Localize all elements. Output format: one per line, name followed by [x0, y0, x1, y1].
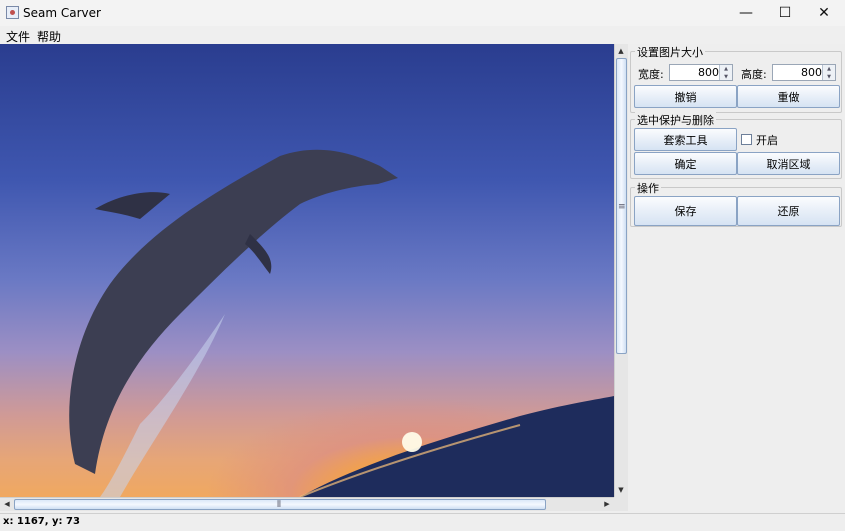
- spin-down-icon[interactable]: ▼: [823, 73, 835, 80]
- menu-help[interactable]: 帮助: [37, 28, 61, 45]
- width-label: 宽度:: [638, 68, 664, 81]
- scroll-right-arrow[interactable]: ▶: [601, 498, 613, 510]
- grip-icon: ⦀: [277, 500, 281, 510]
- vertical-scroll-thumb[interactable]: ≡: [616, 58, 627, 354]
- scroll-up-arrow[interactable]: ▲: [615, 45, 627, 57]
- height-spin-buttons: ▲ ▼: [822, 65, 835, 80]
- confirm-button[interactable]: 确定: [634, 152, 737, 175]
- operations-group-title: 操作: [635, 180, 661, 196]
- width-value[interactable]: 800: [698, 66, 719, 79]
- restore-button[interactable]: 还原: [737, 196, 840, 226]
- dolphin-image: [69, 149, 614, 497]
- width-spin-buttons: ▲ ▼: [719, 65, 732, 80]
- cancel-region-button[interactable]: 取消区域: [737, 152, 840, 175]
- spin-up-icon[interactable]: ▲: [720, 65, 732, 72]
- dolphin-flipper: [245, 234, 272, 274]
- window-title: Seam Carver: [23, 6, 101, 20]
- title-bar: Seam Carver — ☐ ✕: [0, 0, 845, 26]
- enable-checkbox[interactable]: [741, 134, 752, 145]
- height-spinner[interactable]: 800 ▲ ▼: [772, 64, 836, 81]
- menu-bar: 文件 帮助: [0, 26, 845, 45]
- app-icon: [6, 6, 19, 19]
- protect-group: 选中保护与删除 套索工具 开启 确定 取消区域: [630, 112, 842, 179]
- cursor-coordinates: x: 1167, y: 73: [3, 516, 80, 527]
- width-spinner[interactable]: 800 ▲ ▼: [669, 64, 733, 81]
- maximize-button[interactable]: ☐: [765, 0, 805, 26]
- ocean-wave: [300, 396, 614, 497]
- resize-group-title: 设置图片大小: [635, 44, 705, 60]
- height-label: 高度:: [741, 68, 767, 81]
- horizontal-scrollbar[interactable]: ◀ ⦀ ▶: [0, 497, 614, 511]
- redo-button[interactable]: 重做: [737, 85, 840, 108]
- horizontal-scroll-thumb[interactable]: ⦀: [14, 499, 546, 510]
- image-canvas[interactable]: [0, 44, 614, 497]
- control-panel: 设置图片大小 宽度: 800 ▲ ▼ 高度: 800 ▲ ▼ 撤销 重做 选中保…: [628, 44, 845, 513]
- resize-group: 设置图片大小 宽度: 800 ▲ ▼ 高度: 800 ▲ ▼ 撤销 重做: [630, 44, 842, 113]
- sun-glow: [402, 432, 422, 452]
- height-value[interactable]: 800: [801, 66, 822, 79]
- scroll-left-arrow[interactable]: ◀: [1, 498, 13, 510]
- operations-group: 操作 保存 还原: [630, 180, 842, 227]
- scroll-down-arrow[interactable]: ▼: [615, 484, 627, 496]
- menu-file[interactable]: 文件: [6, 28, 30, 45]
- dolphin-fin: [95, 192, 170, 219]
- vertical-scrollbar[interactable]: ▲ ≡ ▼: [614, 44, 628, 497]
- minimize-button[interactable]: —: [726, 0, 766, 26]
- spin-down-icon[interactable]: ▼: [720, 73, 732, 80]
- scroll-corner: [614, 497, 628, 511]
- save-button[interactable]: 保存: [634, 196, 737, 226]
- spin-up-icon[interactable]: ▲: [823, 65, 835, 72]
- close-button[interactable]: ✕: [804, 0, 844, 26]
- lasso-tool-button[interactable]: 套索工具: [634, 128, 737, 151]
- status-bar: x: 1167, y: 73: [0, 513, 845, 531]
- enable-label: 开启: [756, 134, 778, 147]
- protect-group-title: 选中保护与删除: [635, 112, 716, 128]
- undo-button[interactable]: 撤销: [634, 85, 737, 108]
- grip-icon: ≡: [618, 202, 626, 212]
